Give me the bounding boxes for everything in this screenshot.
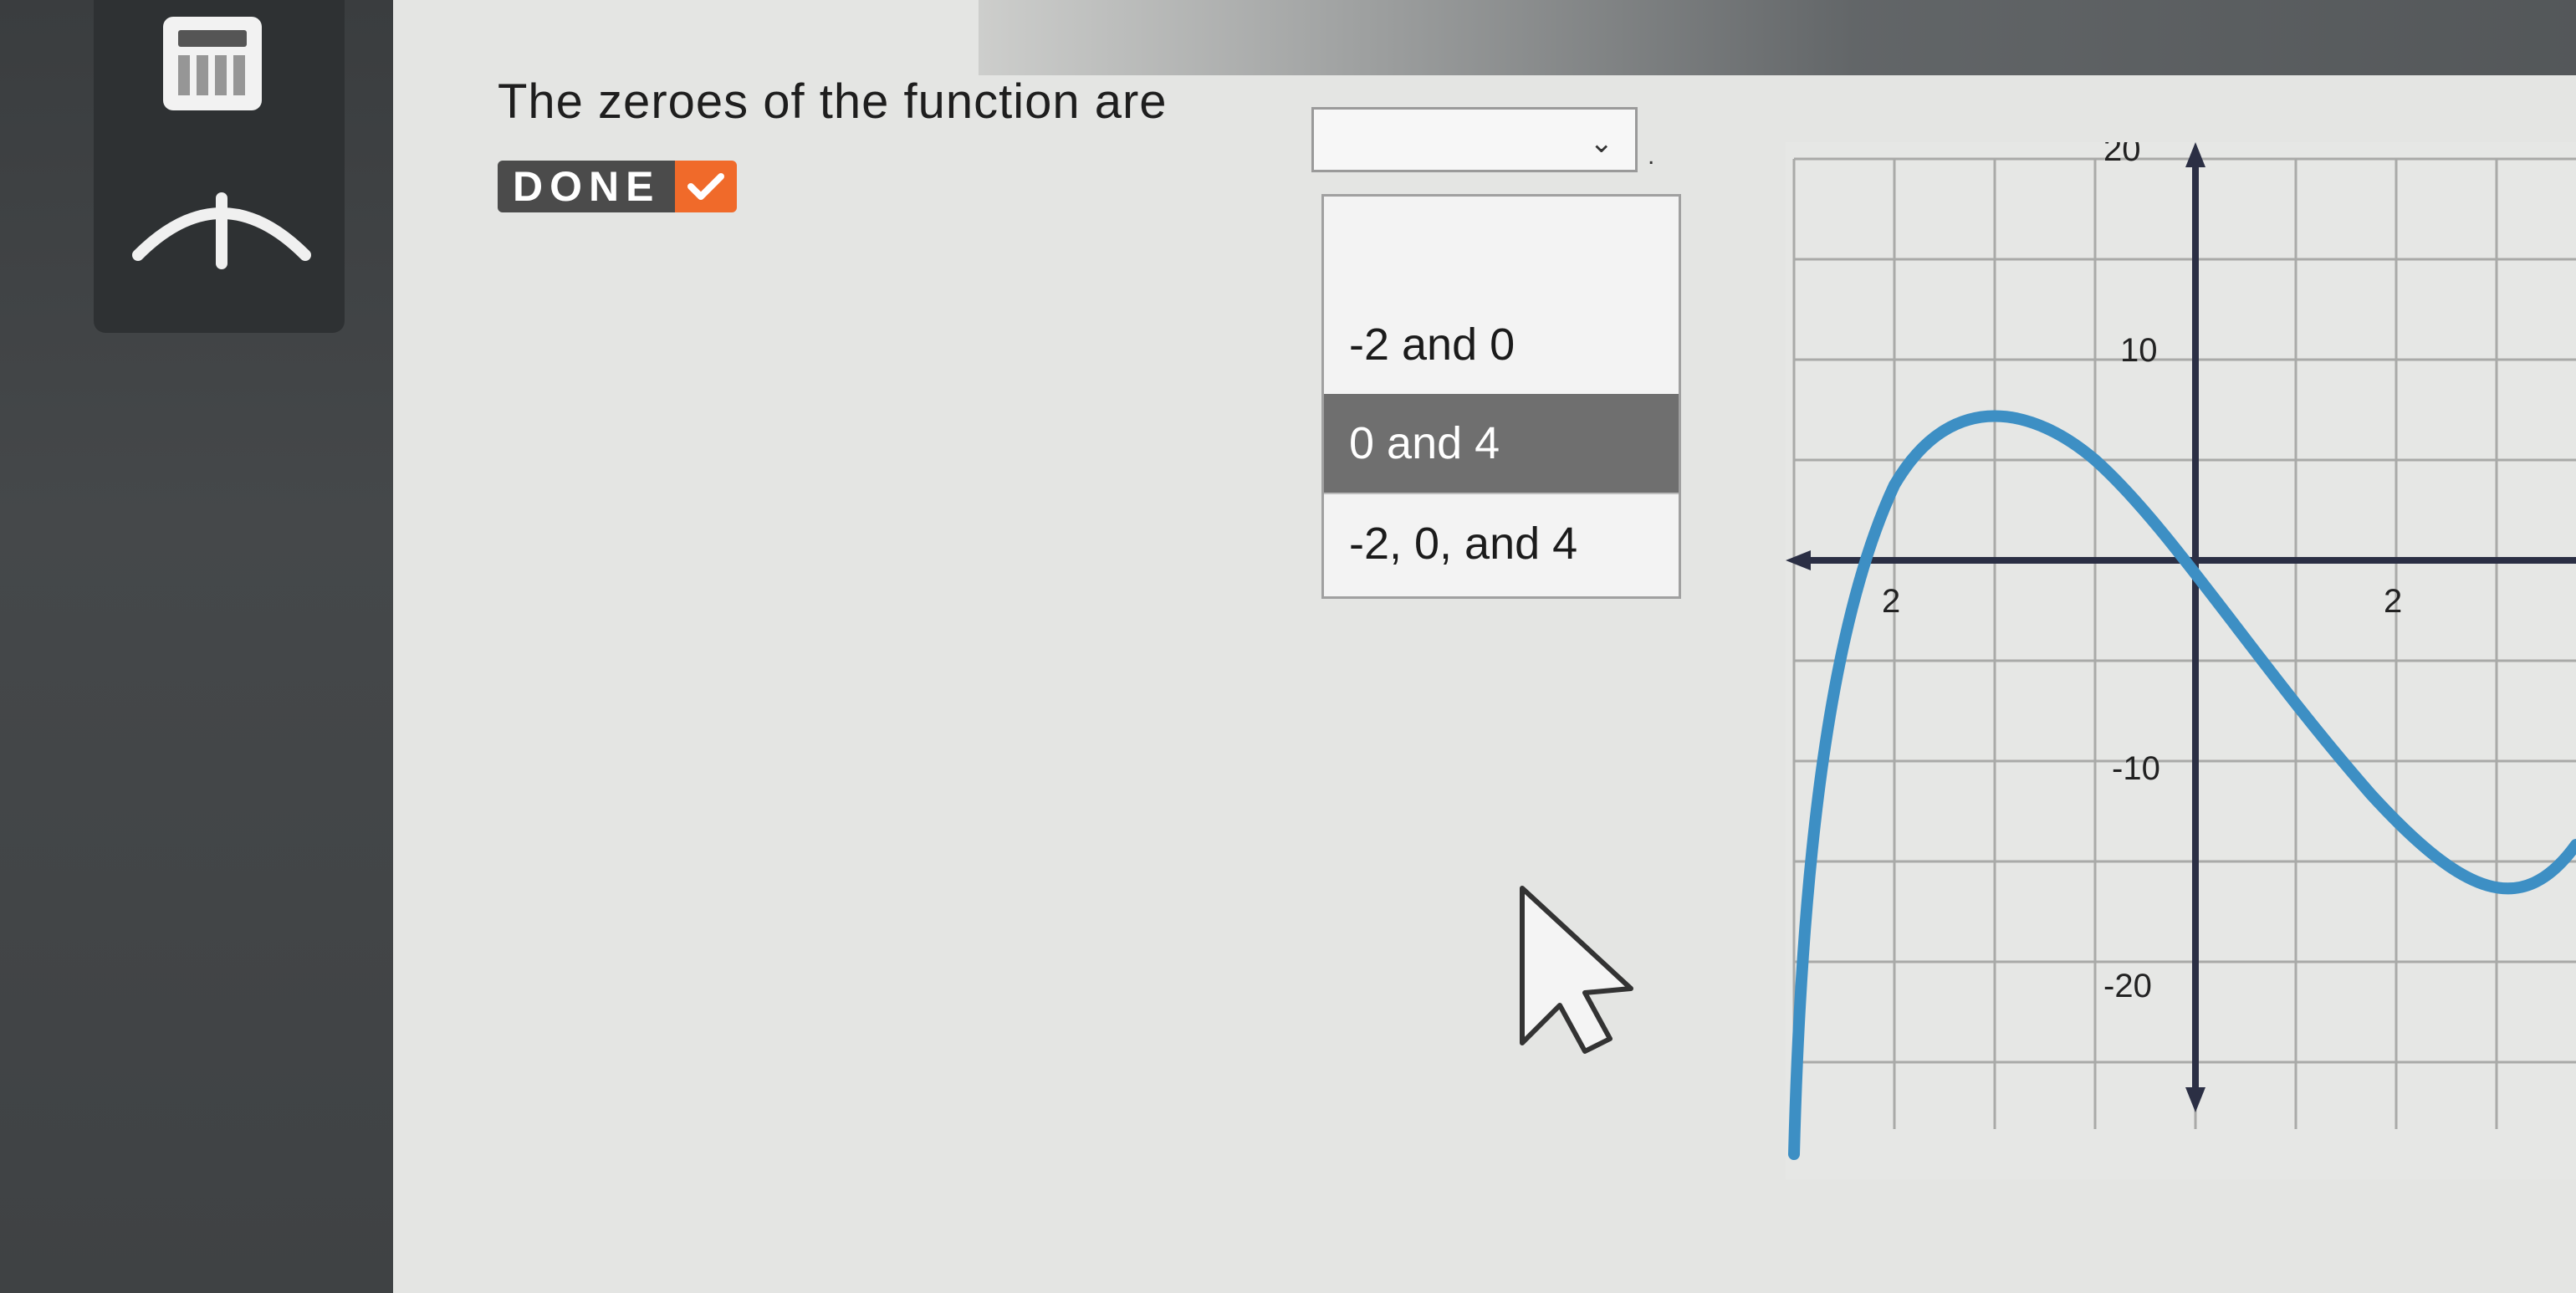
y-tick-label-10: 10: [2120, 332, 2158, 369]
calculator-icon[interactable]: [163, 17, 262, 110]
checkmark-icon: [675, 161, 738, 212]
left-sidebar: [0, 0, 393, 1293]
done-label: DONE: [498, 161, 676, 212]
question-prompt: The zeroes of the function are: [498, 74, 1168, 129]
top-bar: [979, 0, 2576, 75]
collapse-arrow-icon[interactable]: [125, 163, 318, 272]
x-tick-label-neg2: 2: [1882, 583, 1900, 620]
answer-select[interactable]: ⌄: [1311, 107, 1638, 172]
option-0-and-4[interactable]: 0 and 4: [1324, 394, 1679, 493]
chevron-down-icon: ⌄: [1589, 127, 1614, 159]
option-neg2-0-and-4[interactable]: -2, 0, and 4: [1324, 493, 1679, 591]
x-tick-label-2: 2: [2384, 583, 2402, 620]
done-button[interactable]: DONE: [498, 161, 738, 212]
mouse-pointer-icon: [1520, 886, 1633, 1054]
answer-dropdown: -2 and 0 0 and 4 -2, 0, and 4: [1321, 194, 1681, 599]
y-tick-label-neg20: -20: [2103, 968, 2152, 1004]
option-neg2-and-0[interactable]: -2 and 0: [1324, 295, 1679, 394]
question-area: The zeroes of the function are ⌄ . DONE …: [393, 0, 2576, 1293]
function-graph: 20 10 -10 -20 2 2: [1786, 142, 2576, 1179]
y-tick-label-20: 20: [2103, 142, 2141, 168]
sentence-period: .: [1648, 142, 1655, 170]
y-tick-label-neg10: -10: [2112, 750, 2160, 787]
